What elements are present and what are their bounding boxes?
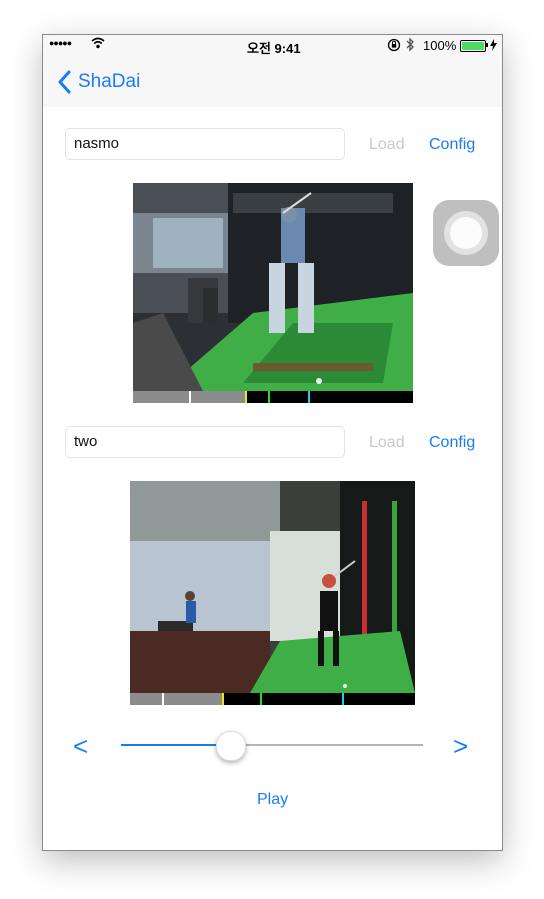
frame-slider[interactable] bbox=[121, 731, 423, 761]
frame-marker-bar-2 bbox=[130, 693, 415, 705]
back-button[interactable]: ShaDai bbox=[57, 70, 167, 94]
navigation-bar: ShaDai bbox=[43, 57, 502, 107]
back-button-label: ShaDai bbox=[78, 71, 141, 92]
previous-frame-button[interactable]: < bbox=[73, 731, 88, 762]
load-button-2[interactable]: Load bbox=[369, 434, 405, 452]
golf-swing-video-image-1 bbox=[133, 183, 413, 391]
wifi-icon bbox=[91, 37, 105, 52]
config-button-2[interactable]: Config bbox=[429, 434, 475, 452]
video-name-input-1[interactable]: nasmo bbox=[65, 128, 345, 160]
charging-icon bbox=[490, 39, 497, 54]
frame-marker-bar-1 bbox=[133, 391, 413, 403]
bluetooth-icon bbox=[405, 37, 415, 55]
rotation-lock-icon bbox=[387, 38, 401, 55]
phone-screen: ●●●●● 오전 9:41 100% ShaDai nasmo Load Con… bbox=[42, 34, 503, 851]
video-name-input-2[interactable]: two bbox=[65, 426, 345, 458]
load-button-1[interactable]: Load bbox=[369, 136, 405, 154]
video-frame-1[interactable] bbox=[133, 183, 413, 391]
assistive-touch-button[interactable] bbox=[433, 200, 499, 266]
golf-swing-video-image-2 bbox=[130, 481, 415, 693]
chevron-left-icon bbox=[58, 70, 71, 94]
slider-fill bbox=[121, 744, 230, 746]
clock: 오전 9:41 bbox=[247, 41, 301, 56]
battery-tip bbox=[486, 43, 488, 47]
status-bar: ●●●●● 오전 9:41 100% bbox=[43, 35, 502, 57]
battery-percent: 100% bbox=[423, 38, 457, 53]
slider-thumb[interactable] bbox=[215, 731, 246, 761]
battery-icon bbox=[460, 40, 486, 52]
video-frame-2[interactable] bbox=[130, 481, 415, 693]
play-button[interactable]: Play bbox=[257, 791, 288, 809]
signal-strength-icon: ●●●●● bbox=[49, 38, 72, 48]
next-frame-button[interactable]: > bbox=[453, 731, 468, 762]
config-button-1[interactable]: Config bbox=[429, 136, 475, 154]
